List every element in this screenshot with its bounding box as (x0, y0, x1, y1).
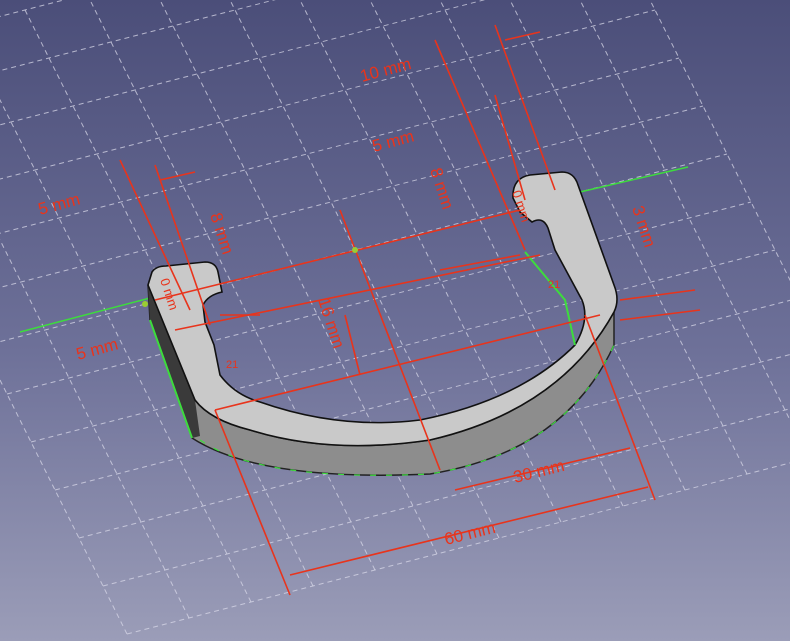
constraint-label-left[interactable]: 21 (226, 359, 238, 371)
dimension-left-5-top[interactable]: 5 mm (36, 190, 82, 219)
dimension-top-10[interactable]: 10 mm (358, 54, 413, 86)
grid-line (0, 0, 486, 126)
dimension-bottom-30[interactable]: 30 mm (511, 456, 566, 487)
grid-line (30, 249, 776, 443)
grid-line (0, 98, 252, 603)
sketch-point[interactable] (352, 247, 358, 253)
dimension-left-8[interactable]: 8 mm (206, 210, 237, 256)
x-axis-line-left (19, 297, 151, 333)
dimension-left-5-mid[interactable]: 5 mm (74, 335, 120, 364)
x-axis-line-right (579, 166, 689, 193)
grid-line (649, 0, 790, 282)
sketch-point[interactable] (142, 301, 148, 307)
dimension-right-3[interactable]: 3 mm (628, 203, 659, 249)
3d-viewport[interactable]: 10 mm 5 mm 8 mm 5 mm 8 mm 16 mm 3 mm 5 m… (0, 0, 790, 641)
dimension-right-8[interactable]: 8 mm (426, 165, 457, 211)
constraint-label-right[interactable]: 21 (548, 279, 560, 291)
dimension-center-16[interactable]: 16 mm (314, 295, 348, 350)
dimension-top-5[interactable]: 5 mm (370, 127, 416, 156)
grid-line (0, 0, 276, 72)
sketch-grid (0, 0, 790, 635)
dimension-bottom-60[interactable]: 60 mm (442, 518, 497, 549)
grid-line (89, 0, 376, 571)
sketch-canvas[interactable]: 10 mm 5 mm 8 mm 5 mm 8 mm 16 mm 3 mm 5 m… (0, 0, 790, 641)
